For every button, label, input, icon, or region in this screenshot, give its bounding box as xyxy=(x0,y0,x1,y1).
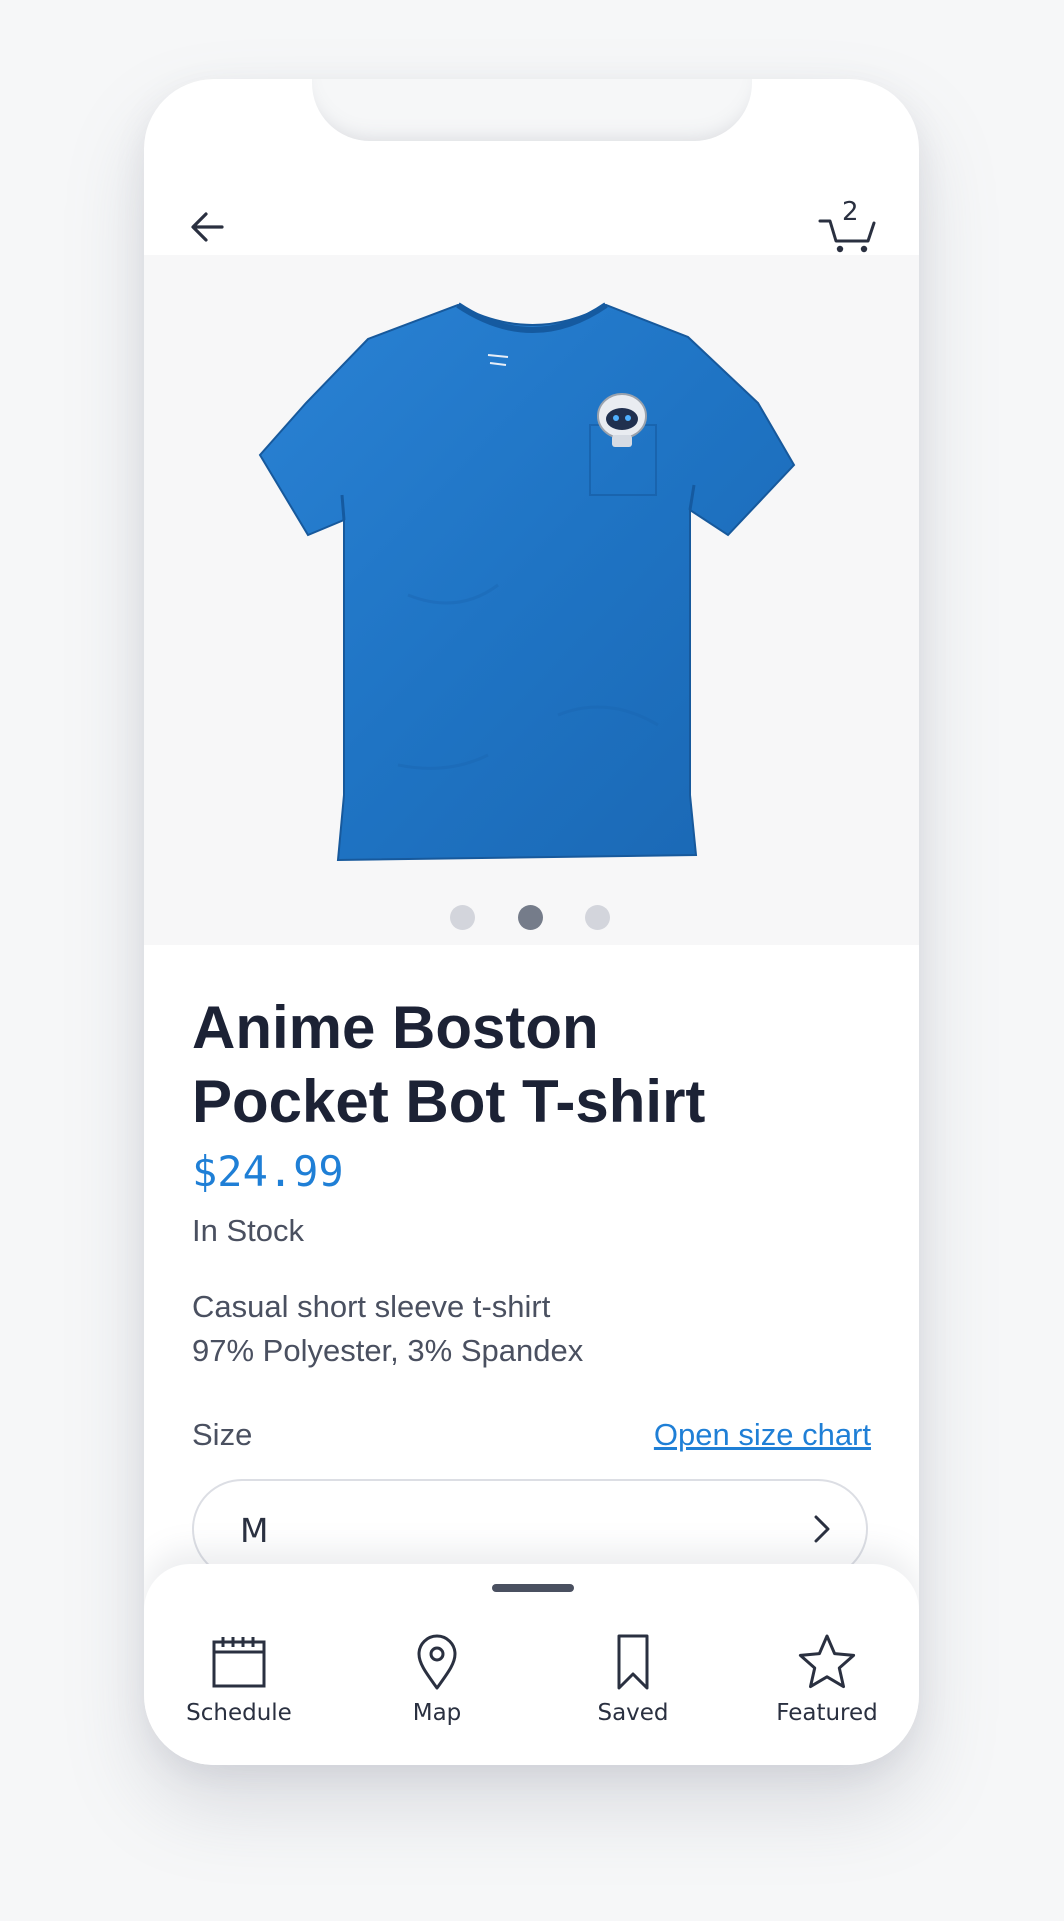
arrow-left-icon xyxy=(191,212,224,242)
nav-item-featured[interactable]: Featured xyxy=(752,1632,902,1742)
nav-item-map[interactable]: Map xyxy=(362,1632,512,1742)
chevron-right-icon xyxy=(814,1515,830,1543)
product-description: Casual short sleeve t-shirt 97% Polyeste… xyxy=(192,1285,583,1373)
calendar-icon xyxy=(212,1637,266,1688)
gallery-dot-3[interactable] xyxy=(585,905,610,930)
product-gallery[interactable] xyxy=(144,255,919,945)
nav-label-saved: Saved xyxy=(597,1700,669,1726)
back-button[interactable] xyxy=(184,203,232,251)
bookmark-icon xyxy=(617,1634,649,1690)
cart-button[interactable]: 2 xyxy=(816,197,878,257)
product-title: Anime Boston Pocket Bot T-shirt xyxy=(192,991,872,1139)
nav-item-saved[interactable]: Saved xyxy=(558,1632,708,1742)
product-title-line2: Pocket Bot T-shirt xyxy=(192,1068,706,1135)
product-price: $24.99 xyxy=(192,1147,344,1196)
open-size-chart-link[interactable]: Open size chart xyxy=(654,1417,871,1453)
nav-label-map: Map xyxy=(412,1700,462,1726)
size-label: Size xyxy=(192,1417,253,1452)
cart-count-badge: 2 xyxy=(842,197,859,227)
gallery-dot-2[interactable] xyxy=(518,905,543,930)
product-image xyxy=(258,302,796,862)
gallery-dot-1[interactable] xyxy=(450,905,475,930)
description-line2: 97% Polyester, 3% Spandex xyxy=(192,1333,584,1368)
notch xyxy=(312,79,752,141)
map-pin-icon xyxy=(417,1634,457,1690)
size-selected-value: M xyxy=(240,1511,269,1550)
phone-frame: 2 Anime Boston Pocket Bot T-shirt $24.99… xyxy=(144,79,919,1765)
nav-label-featured: Featured xyxy=(776,1700,878,1726)
stock-status: In Stock xyxy=(192,1213,304,1248)
nav-label-schedule: Schedule xyxy=(186,1700,292,1726)
product-title-line1: Anime Boston xyxy=(192,994,599,1061)
gallery-pagination xyxy=(144,905,919,931)
sheet-handle[interactable] xyxy=(492,1584,574,1592)
description-line1: Casual short sleeve t-shirt xyxy=(192,1289,551,1324)
bottom-navigation: Schedule Map Saved Featured xyxy=(144,1564,919,1765)
star-icon xyxy=(798,1634,856,1689)
nav-item-schedule[interactable]: Schedule xyxy=(164,1632,314,1742)
